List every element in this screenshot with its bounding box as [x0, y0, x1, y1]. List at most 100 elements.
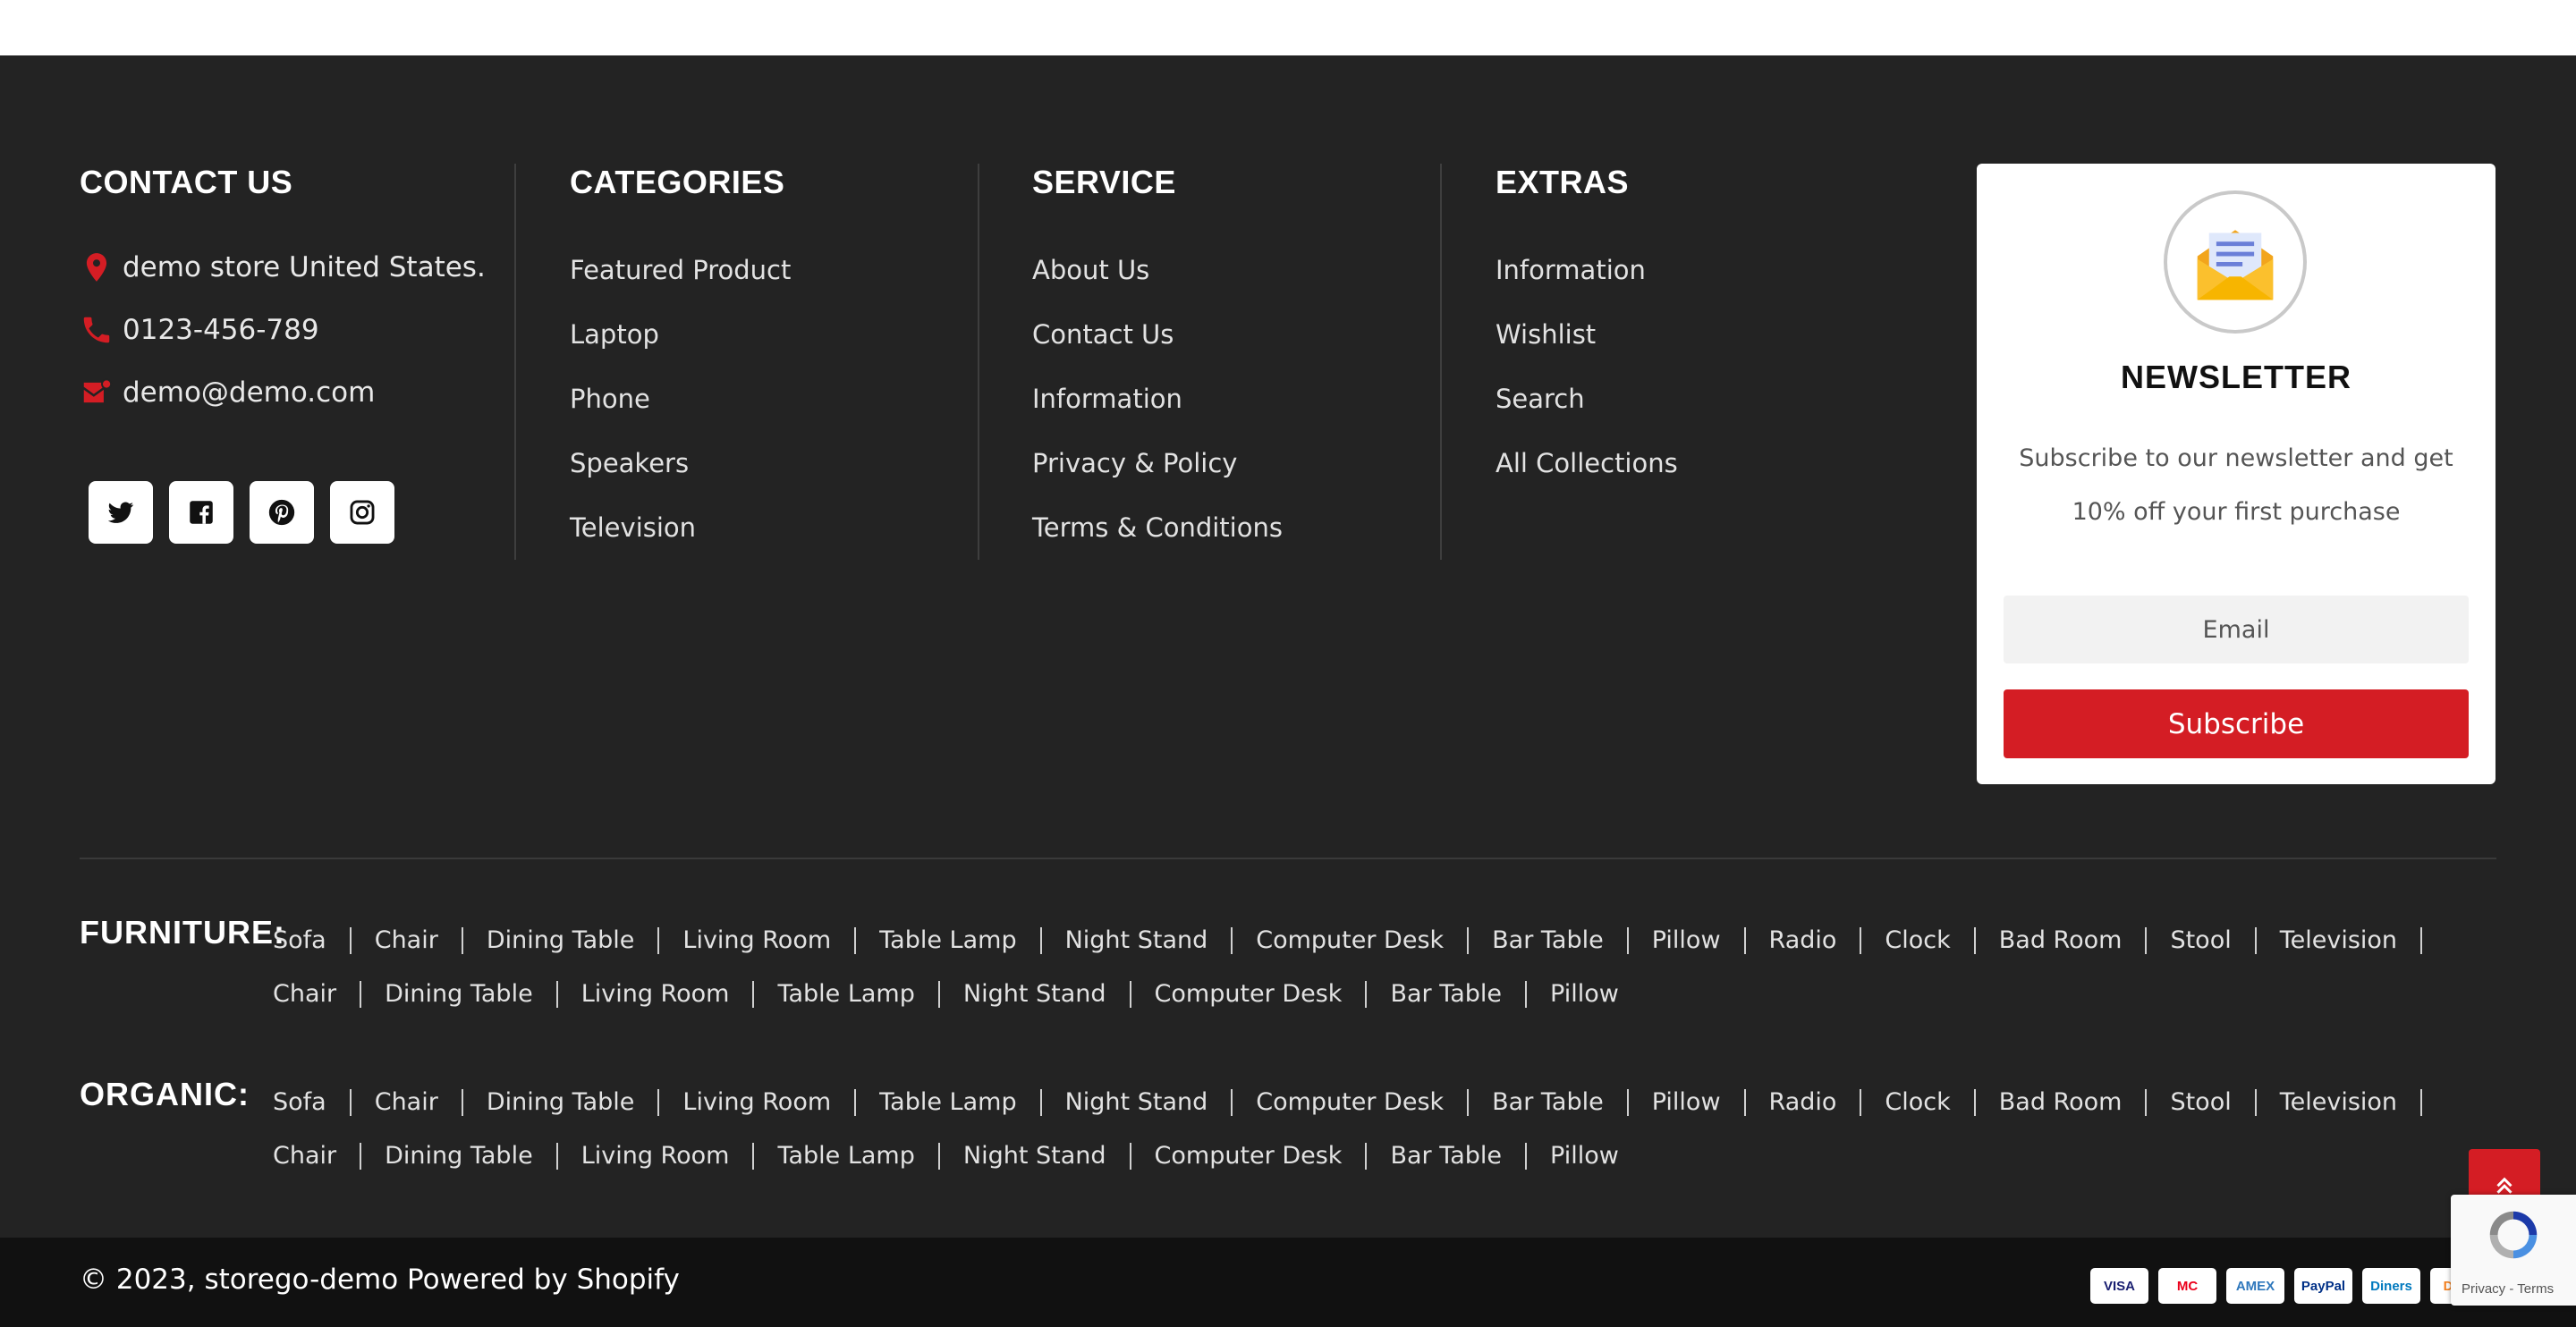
contact-phone-text[interactable]: 0123-456-789: [123, 314, 319, 346]
tag-link[interactable]: Dining Table: [385, 968, 533, 1021]
payment-icons: VISAMCAMEXPayPalDinersDISC: [2090, 1268, 2488, 1304]
categories-link[interactable]: Speakers: [570, 442, 791, 506]
service-link[interactable]: Terms & Conditions: [1032, 506, 1283, 571]
contact-phone: 0123-456-789: [80, 313, 319, 347]
extras-link[interactable]: All Collections: [1496, 442, 1678, 506]
furniture-tags: Sofa Chair Dining Table Living Room Table La…: [273, 914, 2482, 1021]
service-list: About Us Contact Us Information Privacy …: [1032, 249, 1283, 571]
tag-link[interactable]: Table Lamp: [879, 914, 1016, 968]
tag-link[interactable]: Bar Table: [1492, 914, 1604, 968]
extras-link[interactable]: Search: [1496, 377, 1678, 442]
tag-link[interactable]: Table Lamp: [879, 1076, 1016, 1129]
tag-separator: [1525, 1143, 1528, 1170]
tag-separator: [1231, 1089, 1233, 1116]
tag-link[interactable]: Pillow: [1652, 1076, 1721, 1129]
recaptcha-badge[interactable]: Privacy - Terms: [2451, 1195, 2576, 1306]
tag-separator: [1467, 1089, 1470, 1116]
tag-link[interactable]: Living Room: [581, 968, 730, 1021]
tag-link[interactable]: Dining Table: [487, 1076, 635, 1129]
categories-link[interactable]: Television: [570, 506, 791, 571]
tag-link[interactable]: Night Stand: [963, 968, 1106, 1021]
tag-link[interactable]: Living Room: [581, 1129, 730, 1183]
tag-link[interactable]: Night Stand: [1065, 914, 1208, 968]
extras-link[interactable]: Information: [1496, 249, 1678, 313]
tag-link[interactable]: Bar Table: [1390, 1129, 1502, 1183]
tag-separator: [937, 981, 940, 1008]
tag-link[interactable]: Dining Table: [487, 914, 635, 968]
phone-icon: [83, 317, 110, 343]
tag-separator: [1467, 927, 1470, 954]
categories-link[interactable]: Laptop: [570, 313, 791, 377]
tag-link[interactable]: Pillow: [1550, 1129, 1619, 1183]
tag-separator: [2420, 1089, 2423, 1116]
tag-link[interactable]: Television: [2280, 1076, 2397, 1129]
subscribe-button[interactable]: Subscribe: [2004, 689, 2469, 758]
column-divider: [514, 164, 516, 560]
contact-address-text: demo store United States.: [123, 251, 486, 283]
tag-link[interactable]: Night Stand: [963, 1129, 1106, 1183]
twitter-icon: [107, 502, 134, 523]
tag-link[interactable]: Chair: [375, 1076, 438, 1129]
tag-separator: [2145, 1089, 2148, 1116]
tag-link[interactable]: Dining Table: [385, 1129, 533, 1183]
top-white-bar: [0, 0, 2576, 55]
extras-column: EXTRAS: [1496, 163, 1629, 202]
tag-link[interactable]: Pillow: [1652, 914, 1721, 968]
tag-separator: [555, 1143, 558, 1170]
payment-icon-paypal: PayPal: [2294, 1268, 2352, 1304]
extras-list: Information Wishlist Search All Collecti…: [1496, 249, 1678, 506]
tag-link[interactable]: Night Stand: [1065, 1076, 1208, 1129]
tag-separator: [555, 981, 558, 1008]
tag-link[interactable]: Stool: [2170, 914, 2231, 968]
tag-link[interactable]: Computer Desk: [1155, 968, 1343, 1021]
newsletter-icon-circle: [2164, 190, 2307, 334]
categories-list: Featured Product Laptop Phone Speakers T…: [570, 249, 791, 571]
tag-link[interactable]: Bad Room: [1999, 914, 2123, 968]
pinterest-button[interactable]: [250, 481, 314, 544]
tag-link[interactable]: Stool: [2170, 1076, 2231, 1129]
tag-link[interactable]: Table Lamp: [777, 968, 914, 1021]
contact-column: CONTACT US: [80, 163, 292, 202]
tag-link[interactable]: Computer Desk: [1256, 1076, 1444, 1129]
tag-separator: [657, 1089, 660, 1116]
tag-separator: [349, 927, 352, 954]
tag-separator: [1039, 927, 1042, 954]
tag-separator: [1525, 981, 1528, 1008]
tag-separator: [1626, 927, 1629, 954]
tag-link[interactable]: Living Room: [682, 914, 831, 968]
tag-link[interactable]: Bar Table: [1390, 968, 1502, 1021]
service-link[interactable]: Information: [1032, 377, 1283, 442]
categories-link[interactable]: Featured Product: [570, 249, 791, 313]
tag-link[interactable]: Living Room: [682, 1076, 831, 1129]
tag-link[interactable]: Chair: [273, 1129, 336, 1183]
categories-column: CATEGORIES: [570, 163, 784, 202]
tag-link[interactable]: Clock: [1885, 914, 1950, 968]
tag-link[interactable]: Table Lamp: [777, 1129, 914, 1183]
facebook-button[interactable]: [169, 481, 233, 544]
tag-link[interactable]: Pillow: [1550, 968, 1619, 1021]
tag-link[interactable]: Clock: [1885, 1076, 1950, 1129]
tag-link[interactable]: Sofa: [273, 1076, 326, 1129]
contact-email-text[interactable]: demo@demo.com: [123, 376, 375, 409]
tag-separator: [1743, 927, 1746, 954]
tag-link[interactable]: Sofa: [273, 914, 326, 968]
tag-link[interactable]: Radio: [1769, 1076, 1837, 1129]
categories-link[interactable]: Phone: [570, 377, 791, 442]
tag-link[interactable]: Bar Table: [1492, 1076, 1604, 1129]
tag-link[interactable]: Television: [2280, 914, 2397, 968]
tag-link[interactable]: Chair: [273, 968, 336, 1021]
tag-link[interactable]: Bad Room: [1999, 1076, 2123, 1129]
service-link[interactable]: Privacy & Policy: [1032, 442, 1283, 506]
newsletter-card: NEWSLETTER Subscribe to our newsletter a…: [1977, 164, 2496, 784]
service-link[interactable]: Contact Us: [1032, 313, 1283, 377]
tag-link[interactable]: Computer Desk: [1256, 914, 1444, 968]
extras-link[interactable]: Wishlist: [1496, 313, 1678, 377]
twitter-button[interactable]: [89, 481, 153, 544]
tag-link[interactable]: Chair: [375, 914, 438, 968]
tag-link[interactable]: Radio: [1769, 914, 1837, 968]
tag-link[interactable]: Computer Desk: [1155, 1129, 1343, 1183]
service-link[interactable]: About Us: [1032, 249, 1283, 313]
recaptcha-text[interactable]: Privacy - Terms: [2462, 1281, 2554, 1297]
newsletter-email-input[interactable]: [2004, 596, 2469, 664]
instagram-button[interactable]: [330, 481, 394, 544]
